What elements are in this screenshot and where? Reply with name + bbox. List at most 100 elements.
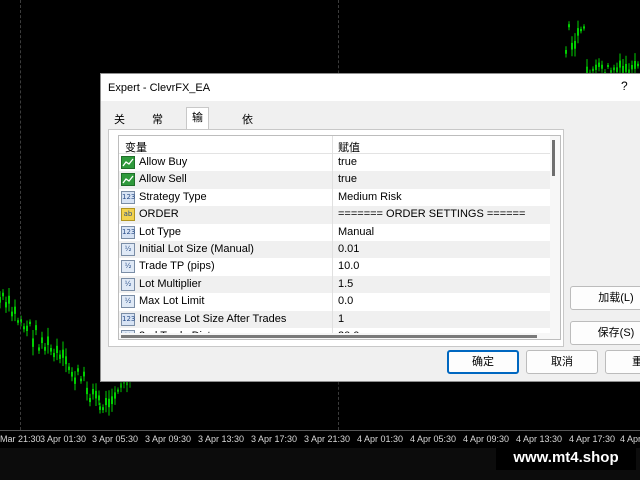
parameter-value[interactable]: Medium Risk [338, 191, 402, 203]
table-row[interactable]: ½ Max Lot Limit 0.0 [119, 293, 550, 310]
candle-body [44, 346, 46, 351]
candle-body [26, 325, 28, 331]
double-icon: ½ [121, 277, 135, 291]
parameter-value[interactable]: 10.0 [338, 260, 359, 272]
parameter-value[interactable]: 1 [338, 313, 344, 325]
parameter-value[interactable]: true [338, 156, 357, 168]
time-tick: 3 Apr 21:30 [304, 434, 351, 444]
parameter-value[interactable]: 0.0 [338, 295, 353, 307]
table-row[interactable]: 123 Increase Lot Size After Trades 1 [119, 310, 550, 328]
table-header: 变量 赋值 [119, 136, 550, 154]
table-row[interactable]: Allow Buy true [119, 154, 550, 171]
table-row[interactable]: ab ORDER ======= ORDER SETTINGS ====== [119, 206, 550, 224]
candle-body [50, 348, 52, 352]
ok-button[interactable]: 确定 [447, 350, 519, 374]
time-tick: 3 Apr 05:30 [92, 434, 139, 444]
load-button[interactable]: 加载(L) [570, 286, 640, 310]
table-row[interactable]: ½ Lot Multiplier 1.5 [119, 275, 550, 294]
tab-dependencies[interactable]: 依存关系 [236, 110, 259, 180]
candle-body [11, 311, 13, 317]
help-button[interactable]: ? [621, 79, 628, 93]
icon-glyph: 123 [122, 227, 136, 236]
candle-body [595, 64, 597, 70]
icon-glyph: 123 [122, 192, 136, 201]
cancel-button[interactable]: 取消 [526, 350, 598, 374]
parameter-value[interactable]: 0.01 [338, 243, 359, 255]
time-tick: 3 Apr 01:30 [40, 434, 87, 444]
candle-body [111, 396, 113, 405]
inputs-panel: 变量 赋值 Allow Buy true Allow Sell true 123 Stra… [108, 129, 564, 347]
candle-body [607, 64, 609, 67]
double-icon: ½ [121, 260, 135, 274]
parameter-name: Lot Type [139, 225, 181, 238]
candle-body [14, 306, 16, 314]
candle-body [59, 354, 61, 359]
tab-common[interactable]: 常用 [146, 110, 169, 144]
candle-body [77, 368, 79, 372]
expert-properties-dialog: Expert - ClevrFX_EA ? 关于 常用 输入参数 依存关系 变量… [100, 73, 640, 382]
column-divider[interactable] [332, 136, 333, 339]
time-tick: 4 Apr 01:30 [357, 434, 404, 444]
candle-body [631, 65, 633, 70]
candle-body [47, 336, 49, 346]
time-tick: 4 Apr 09:30 [463, 434, 510, 444]
candle-body [56, 345, 58, 353]
dialog-title: Expert - ClevrFX_EA [108, 82, 211, 94]
table-row[interactable]: ½ Trade TP (pips) 10.0 [119, 258, 550, 275]
time-tick: Mar 21:30 [0, 434, 41, 444]
candle-body [598, 62, 600, 67]
watermark: www.mt4.shop [496, 446, 636, 470]
candle-body [622, 65, 624, 73]
table-row[interactable]: ½ Initial Lot Size (Manual) 0.01 [119, 241, 550, 259]
time-tick: 4 Apr 05:30 [410, 434, 457, 444]
candle-body [38, 347, 40, 351]
vertical-scrollbar[interactable] [550, 136, 560, 339]
candle-body [120, 383, 122, 388]
candle-body [580, 28, 582, 32]
save-button[interactable]: 保存(S) [570, 321, 640, 345]
column-header-value[interactable]: 赋值 [338, 139, 360, 155]
bool-icon [121, 173, 135, 187]
string-icon: ab [121, 208, 135, 222]
horizontal-scrollbar[interactable] [119, 333, 550, 339]
table-row[interactable]: 123 Lot Type Manual [119, 224, 550, 241]
scroll-thumb[interactable] [121, 335, 537, 338]
enum-icon: 123 [121, 190, 136, 204]
candle-body [571, 42, 573, 50]
parameter-name: Strategy Type [139, 190, 207, 203]
candle-body [89, 397, 91, 403]
table-row[interactable]: Allow Sell true [119, 171, 550, 189]
candle-body [98, 395, 100, 401]
icon-glyph: ab [123, 210, 133, 219]
parameter-value[interactable]: Manual [338, 226, 374, 238]
candle-body [613, 67, 615, 71]
parameter-name: Lot Multiplier [139, 277, 202, 290]
candle-body [99, 406, 101, 410]
table-row[interactable]: 123 Strategy Type Medium Risk [119, 189, 550, 206]
time-tick: 3 Apr 17:30 [251, 434, 298, 444]
candle-body [577, 28, 579, 36]
enum-icon: 123 [121, 312, 135, 326]
candle-body [68, 366, 70, 371]
candle-body [65, 356, 67, 365]
parameter-value[interactable]: true [338, 173, 357, 185]
scroll-thumb[interactable] [552, 140, 555, 176]
candle-body [17, 320, 19, 323]
time-tick: 4 Apr 13:30 [516, 434, 563, 444]
icon-glyph: ½ [124, 262, 132, 271]
candle-body [625, 63, 627, 73]
candle-body [23, 326, 25, 330]
candle-body [86, 387, 88, 395]
candle-body [62, 349, 64, 358]
tab-about[interactable]: 关于 [108, 110, 131, 144]
tab-inputs[interactable]: 输入参数 [186, 107, 209, 184]
candle-body [83, 371, 85, 377]
icon-glyph: ½ [124, 245, 132, 253]
candle-body [108, 398, 110, 408]
title-bar[interactable]: Expert - ClevrFX_EA ? [101, 74, 640, 101]
parameter-value[interactable]: ======= ORDER SETTINGS ====== [338, 208, 525, 220]
parameter-value[interactable]: 1.5 [338, 278, 353, 290]
reset-button[interactable]: 重 [605, 350, 640, 374]
candle-body [114, 392, 116, 399]
column-header-variable[interactable]: 变量 [125, 139, 147, 155]
